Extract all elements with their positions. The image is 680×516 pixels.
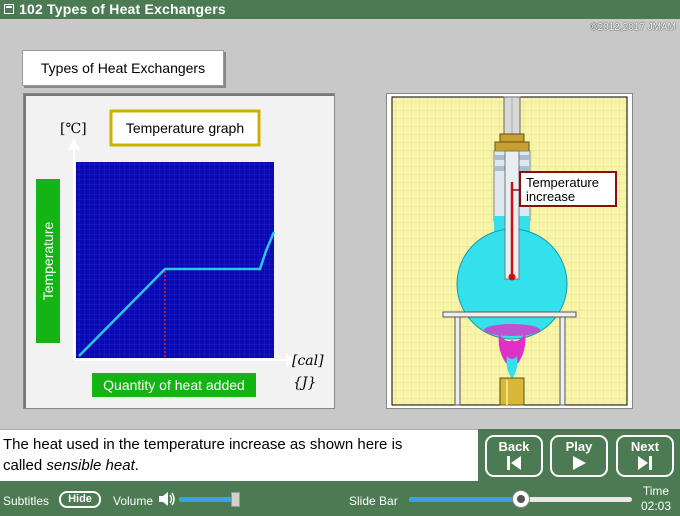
slide-bar-label: Slide Bar [349, 494, 398, 508]
y-label: Temperature [40, 221, 56, 300]
tripod-ring [442, 311, 577, 318]
window-title: 102 Types of Heat Exchangers [19, 1, 226, 17]
subtitle-line-2-prefix: called [3, 457, 47, 474]
volume-fill [179, 497, 236, 502]
subtitle-line-1: The heat used in the temperature increas… [3, 436, 403, 453]
graph-title: Temperature graph [126, 120, 244, 136]
copyright-text: ©2012,2017 JMAM [590, 22, 676, 33]
slide-bar-thumb[interactable] [511, 490, 530, 508]
control-bar: Subtitles Hide Volume Slide Bar Time 02:… [0, 481, 680, 516]
skip-back-icon [507, 456, 521, 470]
stopper [494, 141, 530, 152]
flask-illustration: Temperature increase [391, 96, 628, 406]
hide-subtitles-button[interactable]: Hide [59, 491, 101, 508]
y-unit: [℃] [60, 121, 87, 137]
back-label: Back [498, 439, 530, 454]
play-icon [573, 456, 586, 470]
skip-next-icon [638, 456, 652, 470]
subtitle-line-2-suffix: . [134, 457, 139, 474]
back-button[interactable]: Back [485, 435, 543, 477]
volume-label: Volume [113, 494, 154, 508]
tripod-leg-right [559, 316, 566, 406]
illustration-panel: Temperature increase [386, 93, 633, 409]
stopper-top [499, 133, 525, 143]
section-title: Types of Heat Exchangers [22, 50, 224, 86]
x-label: Quantity of heat added [103, 377, 245, 393]
volume-slider[interactable] [179, 497, 239, 502]
next-button[interactable]: Next [616, 435, 674, 477]
time-label: Time [642, 484, 670, 498]
next-label: Next [630, 439, 660, 454]
nav-area: Back Play Next [478, 429, 680, 481]
menu-icon[interactable] [4, 4, 14, 14]
slide-bar-fill [409, 497, 521, 502]
x-unit-cal: [cal] [292, 353, 324, 369]
subtitle-box: The heat used in the temperature increas… [0, 429, 478, 481]
subtitles-label: Subtitles [3, 494, 50, 508]
subtitle-emphasis: sensible heat [46, 457, 135, 474]
play-label: Play [565, 439, 593, 454]
x-unit-j: {J} [293, 375, 316, 391]
volume-thumb[interactable] [231, 492, 240, 507]
time-value: 02:03 [640, 499, 672, 513]
burner [499, 377, 525, 406]
graph-panel: Temperature graph [℃] Temperature Quanti… [23, 93, 335, 409]
temperature-graph: Temperature graph [℃] Temperature Quanti… [36, 109, 324, 397]
subtitle-line-2: called sensible heat. [3, 455, 478, 476]
speaker-icon[interactable] [157, 490, 177, 508]
play-button[interactable]: Play [550, 435, 608, 477]
title-bar: 102 Types of Heat Exchangers [0, 0, 680, 19]
tripod-leg-left [454, 316, 461, 406]
